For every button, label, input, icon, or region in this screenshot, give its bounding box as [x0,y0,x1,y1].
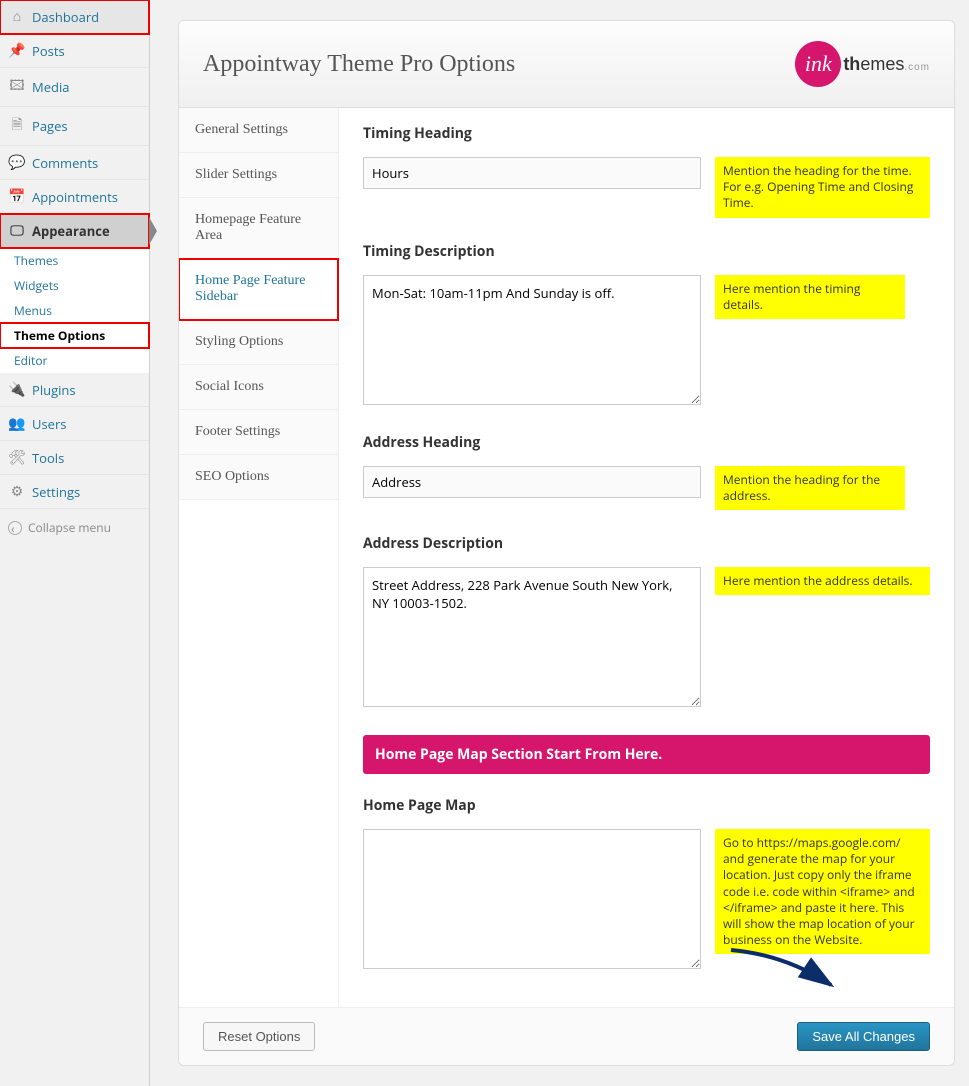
sidebar-item-label: Dashboard [32,8,99,26]
sidebar-item-label: Posts [32,42,65,60]
sidebar-item-pages[interactable]: 🗎 Pages [0,107,149,146]
panel-body: General Settings Slider Settings Homepag… [179,108,954,1007]
sidebar-item-label: Tools [32,449,64,467]
tab-general-settings[interactable]: General Settings [179,108,338,153]
home-icon: ⌂ [8,7,26,26]
field-home-page-map: Home Page Map Go to https://maps.google.… [363,796,930,973]
options-panel: Appointway Theme Pro Options ink themes.… [178,20,955,1066]
plugin-icon: 🔌 [8,380,26,399]
sidebar-item-label: Appearance [32,222,110,240]
sub-item-widgets[interactable]: Widgets [0,273,149,298]
collapse-icon [8,521,22,535]
field-label: Timing Description [363,242,930,261]
tab-styling-options[interactable]: Styling Options [179,320,338,365]
timing-description-textarea[interactable] [363,275,701,405]
collapse-label: Collapse menu [28,519,111,536]
sidebar-item-tools[interactable]: 🛠 Tools [0,441,149,475]
logo-mark: ink [795,41,841,87]
sidebar-item-settings[interactable]: ⚙ Settings [0,475,149,509]
tab-footer-settings[interactable]: Footer Settings [179,410,338,455]
sub-item-menus[interactable]: Menus [0,298,149,323]
help-note: Mention the heading for the time. For e.… [715,157,930,218]
pin-icon: 📌 [8,41,26,60]
help-note: Go to https://maps.google.com/ and gener… [715,829,930,954]
field-timing-heading: Timing Heading Mention the heading for t… [363,124,930,218]
help-note: Here mention the timing details. [715,275,905,319]
reset-options-button[interactable]: Reset Options [203,1022,315,1051]
inkthemes-logo: ink themes.com [795,41,930,87]
media-icon: 🖾 [8,75,26,99]
tab-homepage-feature-area[interactable]: Homepage Feature Area [179,198,338,259]
options-content: Timing Heading Mention the heading for t… [339,108,954,1007]
field-label: Home Page Map [363,796,930,815]
address-heading-input[interactable] [363,466,701,498]
collapse-menu[interactable]: Collapse menu [0,509,149,546]
tab-seo-options[interactable]: SEO Options [179,455,338,500]
page-title: Appointway Theme Pro Options [203,51,515,78]
sub-item-themes[interactable]: Themes [0,248,149,273]
tab-home-page-feature-sidebar[interactable]: Home Page Feature Sidebar [179,259,338,320]
sidebar-item-plugins[interactable]: 🔌 Plugins [0,373,149,407]
tools-icon: 🛠 [8,448,26,467]
panel-header: Appointway Theme Pro Options ink themes.… [179,21,954,108]
sidebar-item-label: Plugins [32,381,76,399]
sidebar-item-dashboard[interactable]: ⌂ Dashboard [0,0,149,34]
field-address-description: Address Description Here mention the add… [363,534,930,711]
sidebar-item-users[interactable]: 👥 Users [0,407,149,441]
field-label: Address Description [363,534,930,553]
field-label: Address Heading [363,433,930,452]
field-address-heading: Address Heading Mention the heading for … [363,433,930,510]
field-label: Timing Heading [363,124,930,143]
sidebar-item-appointments[interactable]: 📅 Appointments [0,180,149,214]
sidebar-item-label: Comments [32,154,98,172]
sidebar-item-posts[interactable]: 📌 Posts [0,34,149,68]
map-section-banner: Home Page Map Section Start From Here. [363,735,930,774]
sidebar-item-label: Settings [32,483,80,501]
sidebar-item-label: Media [32,78,69,96]
sub-item-editor[interactable]: Editor [0,348,149,373]
home-page-map-textarea[interactable] [363,829,701,969]
sidebar-item-label: Users [32,415,66,433]
sidebar-item-comments[interactable]: 💬 Comments [0,146,149,180]
help-note: Mention the heading for the address. [715,466,905,510]
sub-item-theme-options[interactable]: Theme Options [0,323,149,348]
tab-social-icons[interactable]: Social Icons [179,365,338,410]
sidebar-item-label: Pages [32,117,68,135]
settings-icon: ⚙ [8,482,26,501]
sidebar-item-media[interactable]: 🖾 Media [0,68,149,107]
sidebar-item-label: Appointments [32,188,118,206]
appearance-icon: 🖵 [8,221,26,240]
save-all-changes-button[interactable]: Save All Changes [797,1022,930,1051]
sidebar-item-appearance[interactable]: 🖵 Appearance [0,214,149,248]
page-icon: 🗎 [8,114,26,138]
address-description-textarea[interactable] [363,567,701,707]
appearance-submenu: Themes Widgets Menus Theme Options Edito… [0,248,149,373]
panel-footer: Reset Options Save All Changes [179,1007,954,1065]
help-note: Here mention the address details. [715,567,930,595]
timing-heading-input[interactable] [363,157,701,189]
users-icon: 👥 [8,414,26,433]
main-area: Appointway Theme Pro Options ink themes.… [150,0,969,1086]
option-tabs: General Settings Slider Settings Homepag… [179,108,339,1007]
calendar-icon: 📅 [8,187,26,206]
field-timing-description: Timing Description Here mention the timi… [363,242,930,409]
tab-slider-settings[interactable]: Slider Settings [179,153,338,198]
comment-icon: 💬 [8,153,26,172]
admin-sidebar: ⌂ Dashboard 📌 Posts 🖾 Media 🗎 Pages 💬 Comment… [0,0,150,1086]
